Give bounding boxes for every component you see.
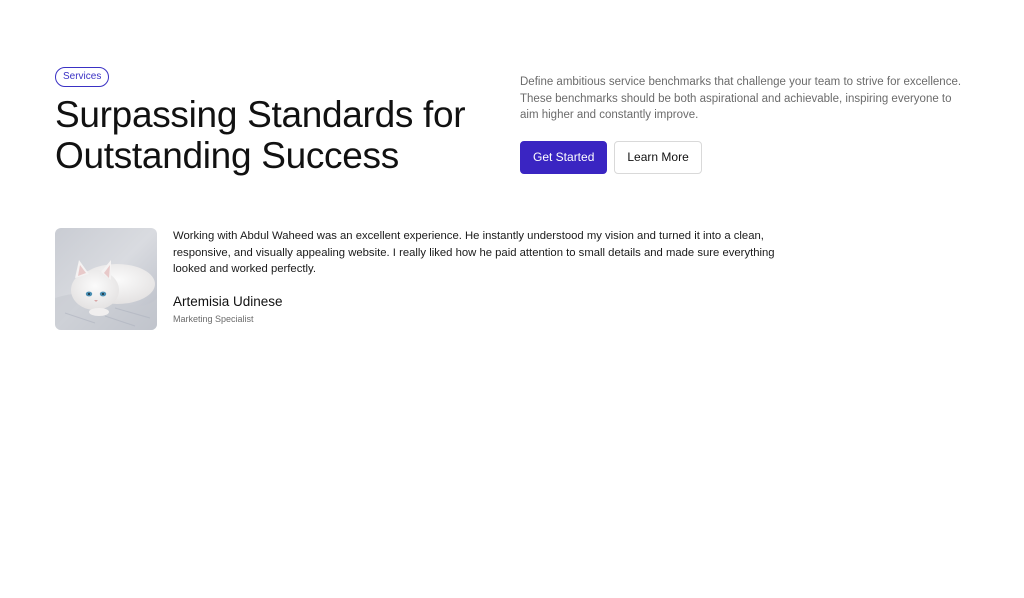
page-title-line-1: Surpassing Standards for — [55, 94, 466, 135]
testimonial-card: Working with Abdul Waheed was an excelle… — [55, 228, 795, 331]
get-started-button[interactable]: Get Started — [520, 140, 608, 174]
hero-description: Define ambitious service benchmarks that… — [520, 76, 962, 121]
testimonial-body: Working with Abdul Waheed was an excelle… — [173, 228, 793, 325]
page-title-line-2: Outstanding Success — [55, 135, 399, 176]
avatar — [55, 228, 157, 330]
author-role: Marketing Specialist — [173, 313, 254, 324]
page-title: Surpassing Standards for Outstanding Suc… — [55, 94, 505, 176]
hero-section: Services Surpassing Standards for Outsta… — [55, 66, 965, 176]
hero-heading-group: Services Surpassing Standards for Outsta… — [55, 66, 505, 176]
hero-button-group: Get Started Learn More — [520, 140, 970, 174]
author-name: Artemisia Udinese — [173, 293, 283, 309]
cat-photo — [55, 228, 157, 330]
testimonial-quote: Working with Abdul Waheed was an excelle… — [173, 230, 775, 275]
learn-more-button[interactable]: Learn More — [614, 140, 702, 174]
hero-content-group: Define ambitious service benchmarks that… — [520, 74, 970, 174]
services-badge: Services — [55, 67, 110, 87]
